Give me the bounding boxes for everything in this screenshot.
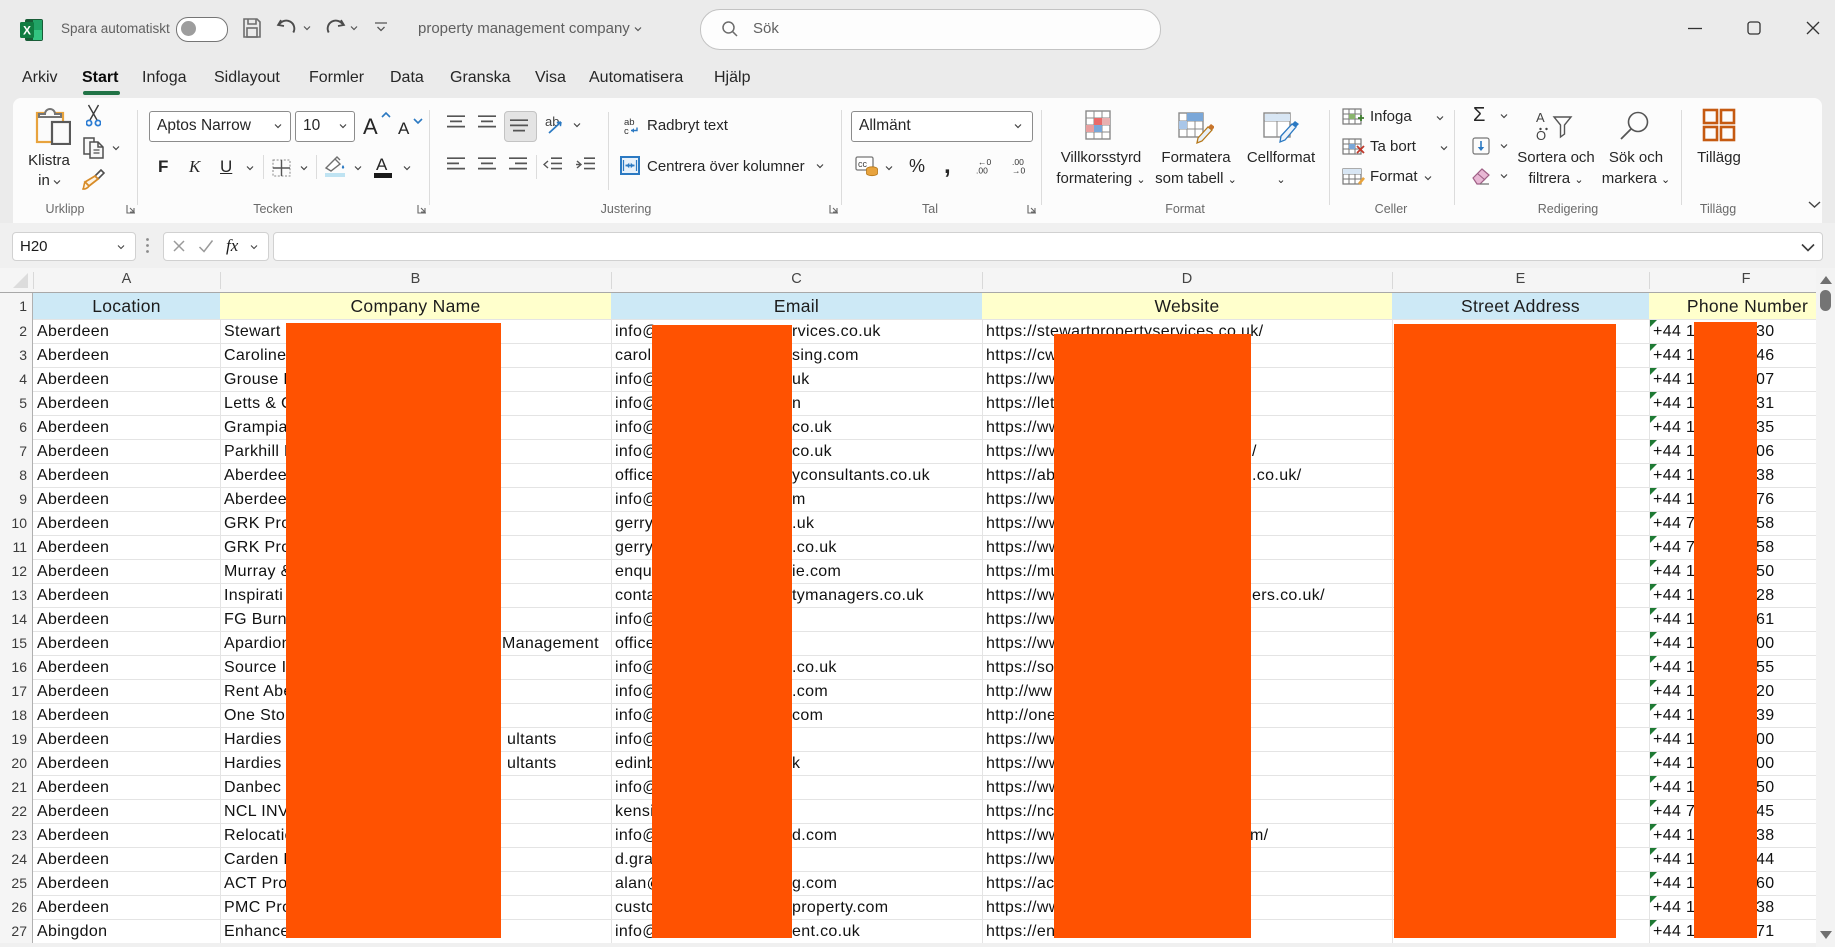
svg-text:A: A — [1536, 110, 1545, 125]
svg-text:ab: ab — [545, 114, 559, 129]
svg-text:O: O — [1536, 128, 1546, 143]
svg-text:.00: .00 — [976, 166, 988, 175]
svg-text:X: X — [23, 24, 31, 38]
svg-text:→0: →0 — [1012, 166, 1026, 175]
svg-text:c: c — [624, 126, 629, 134]
svg-text:cc: cc — [858, 159, 868, 169]
